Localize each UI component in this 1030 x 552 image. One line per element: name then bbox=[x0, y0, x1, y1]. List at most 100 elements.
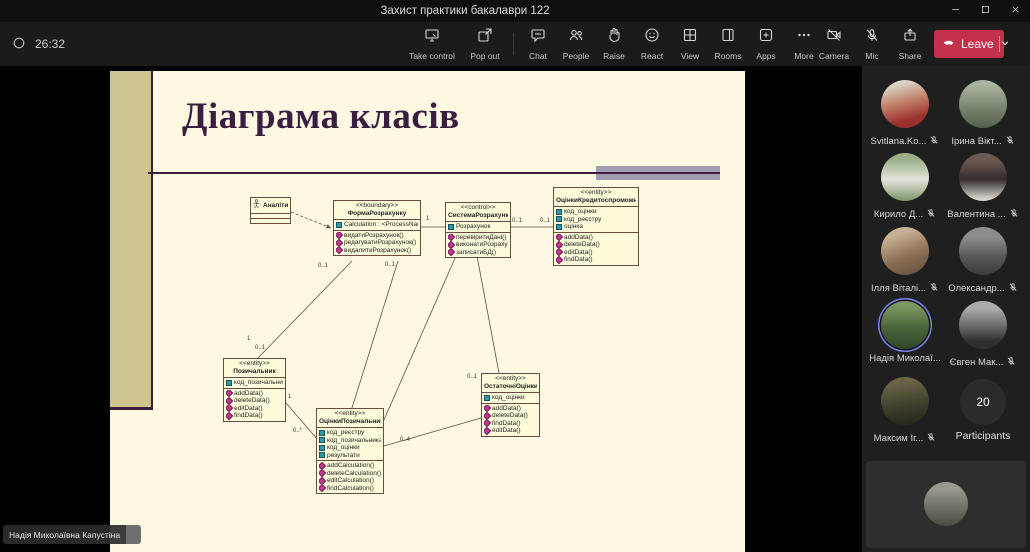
maximize-icon bbox=[980, 2, 991, 20]
toolbar-button-mic[interactable]: Mic bbox=[853, 22, 891, 66]
participant-tile[interactable]: Ірина Вікт... bbox=[944, 80, 1022, 150]
avatar bbox=[881, 377, 929, 425]
uml-multiplicity: 1 bbox=[426, 216, 430, 222]
meeting-status-icon bbox=[12, 36, 26, 53]
toolbar-button-label: Share bbox=[898, 51, 922, 61]
operation-label: findData() bbox=[234, 412, 263, 419]
uml-multiplicity: 1 bbox=[247, 336, 251, 342]
toolbar-button-people[interactable]: People bbox=[557, 22, 595, 66]
phone-icon bbox=[941, 35, 956, 53]
operation-label: editCalculation() bbox=[327, 477, 374, 484]
toolbar-button-chat[interactable]: Chat bbox=[519, 22, 557, 66]
operation-icon bbox=[226, 412, 234, 420]
avatar bbox=[881, 301, 929, 349]
operation-icon bbox=[226, 397, 234, 405]
toolbar-button-react[interactable]: React bbox=[633, 22, 671, 66]
participant-tile[interactable]: Валентина ... bbox=[944, 153, 1022, 223]
uml-class-header: <<entity>> ОстаточніОцінки bbox=[482, 374, 539, 393]
toolbar-button-apps[interactable]: Apps bbox=[747, 22, 785, 66]
toolbar-button-label: Mic bbox=[865, 51, 879, 61]
uml-operation: editData() bbox=[226, 404, 283, 412]
participant-tile[interactable]: Svitlana.Ko... bbox=[866, 80, 944, 150]
presenter-name: Надія Миколаївна Капустіна bbox=[3, 525, 127, 544]
participant-name: Ірина Вікт... bbox=[951, 135, 1002, 147]
attribute-label: код_оцінки bbox=[564, 208, 597, 215]
toolbar-button-view[interactable]: View bbox=[671, 22, 709, 66]
toolbar-button-pop-out[interactable]: Pop out bbox=[462, 22, 508, 66]
toolbar-button-label: Raise bbox=[603, 51, 625, 61]
toolbar-divider bbox=[513, 33, 514, 55]
attribute-label: Розрахунок bbox=[456, 223, 491, 230]
operation-icon bbox=[226, 389, 234, 397]
toolbar-button-label: Apps bbox=[756, 51, 776, 61]
operation-label: записатиБД() bbox=[456, 248, 497, 256]
uml-operation: deleteData() bbox=[484, 412, 537, 420]
toolbar-button-rooms[interactable]: Rooms bbox=[709, 22, 747, 66]
participant-tile[interactable]: Максим Іг... bbox=[866, 377, 944, 447]
toolbar-button-take-control[interactable]: Take control bbox=[402, 22, 462, 66]
attribute-label: код_реєстру bbox=[327, 429, 365, 436]
operation-icon bbox=[556, 241, 564, 249]
participant-tile[interactable]: Євген Мак... bbox=[944, 301, 1022, 371]
mic-off-icon bbox=[1006, 353, 1016, 371]
avatar bbox=[881, 227, 929, 275]
uml-stereotype: <<boundary>> bbox=[355, 202, 399, 209]
participant-tile[interactable]: Олександр... bbox=[944, 227, 1022, 297]
attribute-icon bbox=[336, 221, 342, 228]
leave-button[interactable]: Leave bbox=[934, 30, 1008, 58]
operation-icon bbox=[226, 404, 234, 412]
uml-stereotype: <<entity>> bbox=[334, 410, 366, 417]
toolbar-button-label: View bbox=[680, 51, 700, 61]
uml-class-name: Аналітик bbox=[263, 201, 288, 209]
leave-options-button[interactable] bbox=[998, 36, 1010, 52]
attribute-icon bbox=[319, 429, 325, 436]
toolbar-button-raise[interactable]: Raise bbox=[595, 22, 633, 66]
mic-off-icon bbox=[1008, 279, 1018, 297]
operation-label: редагуватиРозрахунок() bbox=[344, 239, 417, 246]
participant-tile[interactable]: Кирило Д... bbox=[866, 153, 944, 223]
operation-icon bbox=[319, 477, 327, 485]
participant-tile[interactable]: Надія Миколаї... bbox=[866, 301, 944, 371]
attribute-icon bbox=[319, 437, 325, 444]
uml-attributes-compartment: код_оцінки код_реєстру оцінка bbox=[554, 207, 638, 233]
operation-icon bbox=[319, 484, 327, 492]
uml-class-name: СистемаРозрахунку bbox=[448, 212, 508, 219]
toolbar-button-label: Take control bbox=[409, 51, 455, 61]
operation-icon bbox=[336, 246, 344, 254]
uml-operation: виконатиРозрахунок() bbox=[448, 241, 508, 249]
uml-operation: editData() bbox=[556, 248, 636, 256]
operation-label: findData() bbox=[564, 256, 593, 263]
participant-tile[interactable]: Ілля Віталі... bbox=[866, 227, 944, 297]
pop-out-icon bbox=[477, 27, 493, 48]
meeting-timer: 26:32 bbox=[12, 22, 65, 66]
operation-icon bbox=[484, 419, 492, 427]
uml-operation: deleteCalculation() bbox=[319, 469, 381, 477]
uml-class-analityk: Аналітик bbox=[250, 197, 291, 224]
toolbar-button-camera[interactable]: Camera bbox=[815, 22, 853, 66]
uml-class-name: ОцінкиПозичальника bbox=[319, 418, 381, 425]
attribute-label: код_оцінки bbox=[327, 444, 360, 451]
attribute-icon bbox=[319, 444, 325, 451]
uml-class-header: <<boundary>> ФормаРозрахунку bbox=[334, 201, 420, 220]
uml-class-diagram: Аналітик<<boundary>>ФормаРозрахункуCalcu… bbox=[0, 66, 862, 552]
uml-stereotype: <<entity>> bbox=[580, 189, 612, 196]
toolbar-button-label: Rooms bbox=[714, 51, 742, 61]
uml-multiplicity: 0..1 bbox=[255, 345, 266, 351]
uml-attribute: оцінка bbox=[556, 223, 636, 231]
actor-icon bbox=[253, 199, 260, 212]
toolbar-button-share[interactable]: Share bbox=[891, 22, 929, 66]
uml-attribute: код_оцінки bbox=[319, 444, 381, 452]
operation-label: видатиРозрахунок() bbox=[344, 231, 404, 239]
window-title: Захист практики бакалаври 122 bbox=[380, 5, 550, 17]
minimize-button[interactable] bbox=[940, 0, 970, 22]
participants-overflow-tile[interactable]: 20 Participants bbox=[944, 377, 1022, 447]
camera-off-icon bbox=[826, 27, 842, 48]
close-button[interactable] bbox=[1000, 0, 1030, 22]
uml-operations-compartment: addData() deleteData() editData() findData(… bbox=[554, 233, 638, 265]
view-grid-icon bbox=[682, 27, 698, 48]
maximize-button[interactable] bbox=[970, 0, 1000, 22]
raise-hand-icon bbox=[606, 27, 622, 48]
self-view-tile[interactable] bbox=[866, 461, 1026, 548]
uml-multiplicity: 0..4 bbox=[400, 437, 411, 443]
uml-class-header: <<control>> СистемаРозрахунку bbox=[446, 203, 510, 222]
